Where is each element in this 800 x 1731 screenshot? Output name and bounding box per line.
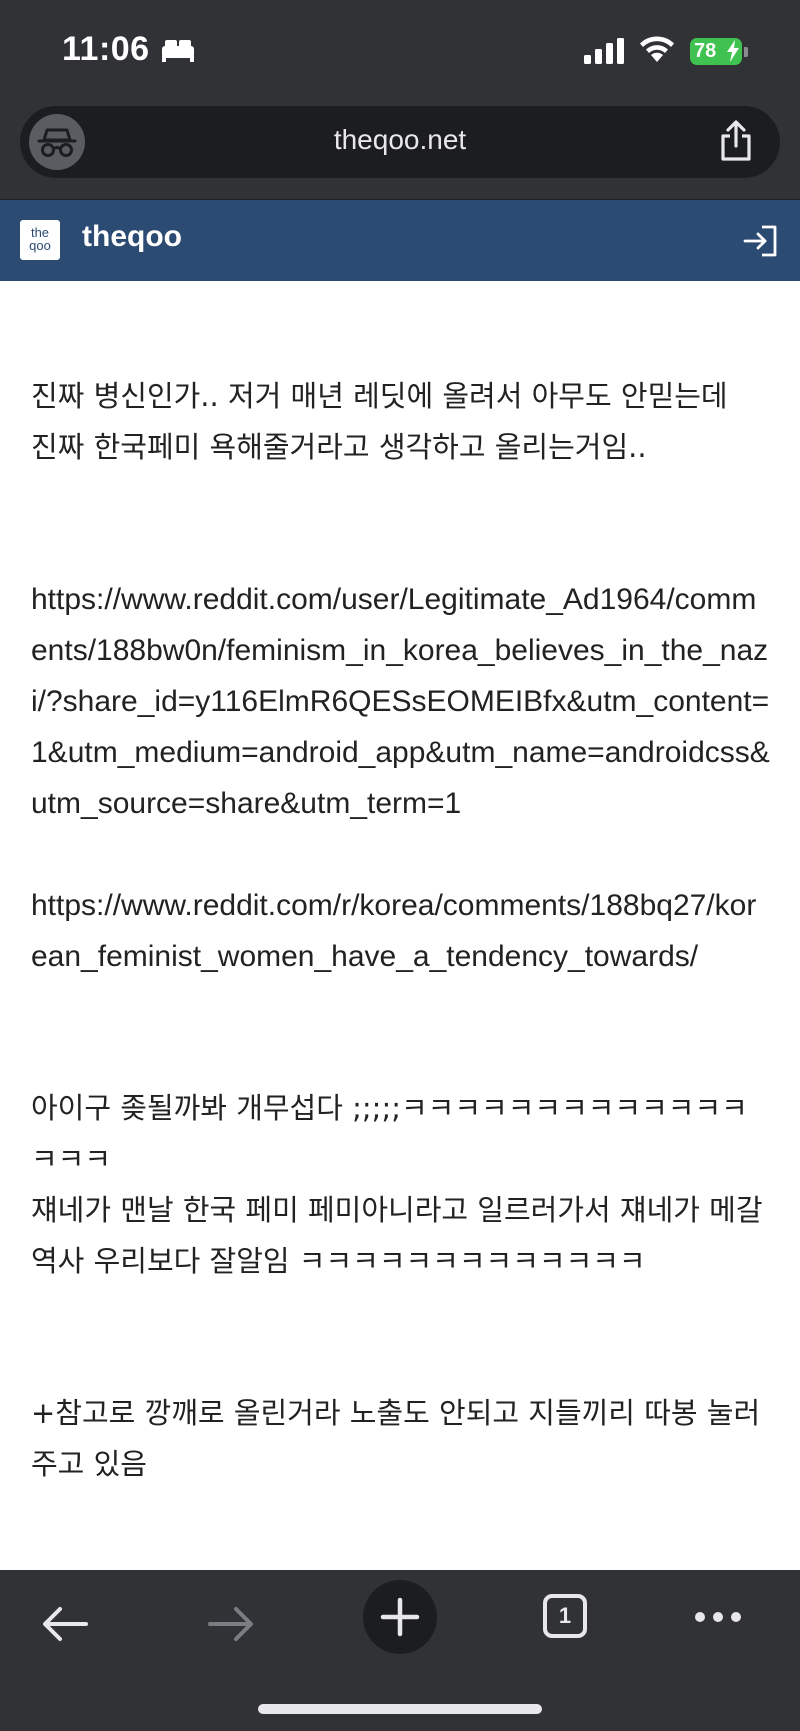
login-icon[interactable] xyxy=(742,224,778,258)
site-name[interactable]: theqoo xyxy=(82,220,182,254)
plus-icon xyxy=(380,1597,420,1637)
charging-bolt-icon xyxy=(727,40,739,62)
article-body: 진짜 병신인가.. 저거 매년 레딧에 올려서 아무도 안믿는데 진짜 한국페미… xyxy=(31,281,771,1490)
battery-icon: 78 xyxy=(690,38,742,65)
reddit-link[interactable]: https://www.reddit.com/user/Legitimate_A… xyxy=(31,574,771,829)
url-text: theqoo.net xyxy=(333,124,467,155)
article-paragraph: +참고로 깡깨로 올린거라 노출도 안되고 지들끼리 따봉 눌러주고 있음 xyxy=(31,1396,761,1481)
back-arrow-icon[interactable] xyxy=(40,1604,90,1644)
status-time: 11:06 xyxy=(62,30,150,68)
tab-switcher-button[interactable]: 1 xyxy=(543,1594,587,1638)
new-tab-button[interactable] xyxy=(363,1580,437,1654)
status-bar: 11:06 78 xyxy=(0,0,800,100)
browser-toolbar: theqoo.net xyxy=(0,100,800,200)
article-paragraph: 아이구 좆될까봐 개무섭다 ;;;;;ㅋㅋㅋㅋㅋㅋㅋㅋㅋㅋㅋㅋㅋㅋㅋㅋ 쟤네가 … xyxy=(31,1091,763,1278)
more-dots-icon[interactable] xyxy=(694,1610,742,1624)
site-logo[interactable]: the qoo xyxy=(20,220,60,260)
cellular-signal-icon xyxy=(584,38,624,64)
battery-level: 78 xyxy=(694,40,717,62)
article-paragraph: 진짜 병신인가.. 저거 매년 레딧에 올려서 아무도 안믿는데 진짜 한국페미… xyxy=(31,379,728,464)
forward-arrow-icon[interactable] xyxy=(206,1604,256,1644)
share-icon[interactable] xyxy=(718,120,754,162)
bed-icon xyxy=(162,40,194,62)
home-indicator[interactable] xyxy=(258,1704,542,1714)
wifi-icon xyxy=(640,36,674,62)
address-bar[interactable]: theqoo.net xyxy=(20,106,780,178)
battery-tip xyxy=(744,47,748,57)
phone-screen: 11:06 78 theqoo.net the qoo theqoo 진짜 병신… xyxy=(0,0,800,1731)
browser-bottom-toolbar: 1 xyxy=(0,1570,800,1731)
reddit-link[interactable]: https://www.reddit.com/r/korea/comments/… xyxy=(31,880,771,982)
site-header: the qoo theqoo xyxy=(0,200,800,281)
